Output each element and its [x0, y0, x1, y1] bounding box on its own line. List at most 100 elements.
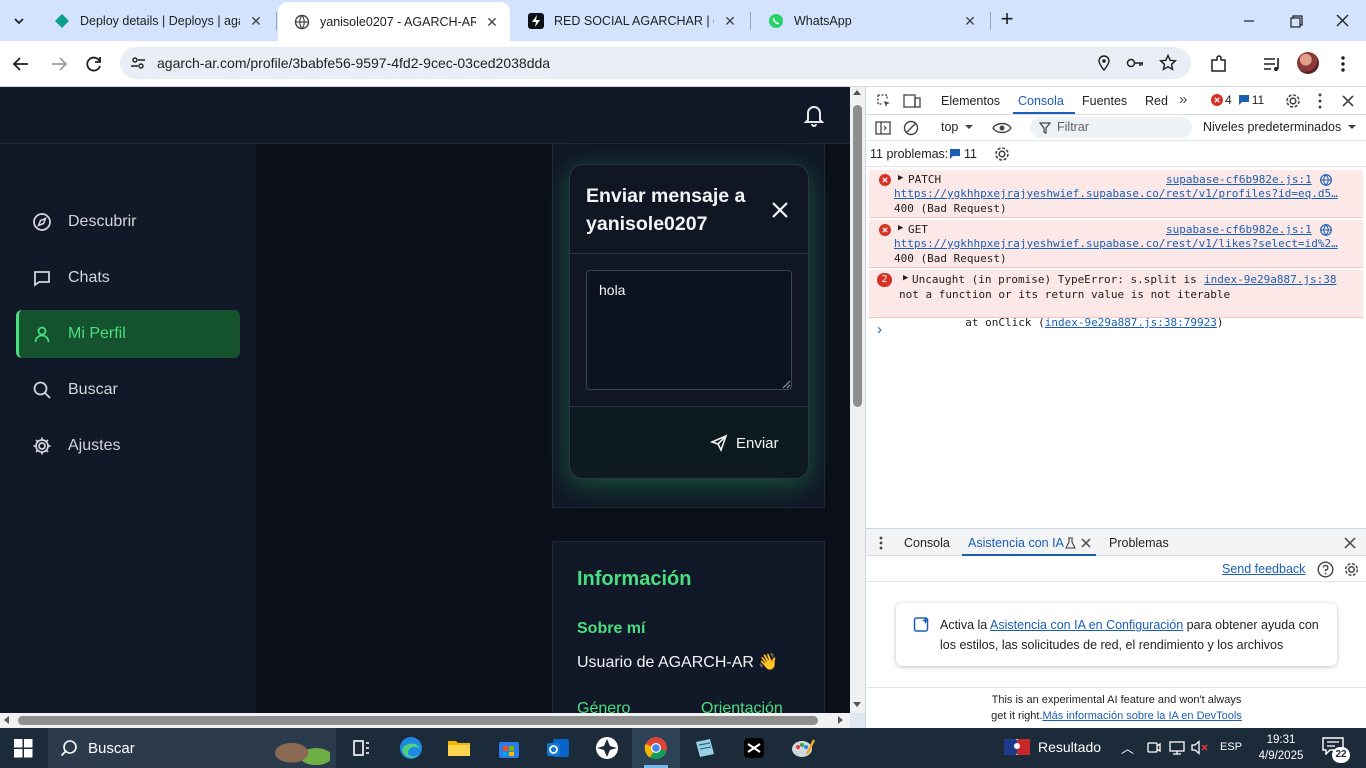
close-icon[interactable]: ✕ — [962, 13, 978, 29]
close-icon[interactable]: ✕ — [484, 14, 500, 30]
tab-consola[interactable]: Consola — [1018, 94, 1064, 108]
media-controls-icon[interactable] — [1262, 54, 1282, 74]
drawer-menu-icon[interactable] — [878, 536, 884, 550]
source-link[interactable]: supabase-cf6b982e.js:1 — [1166, 173, 1312, 186]
star-icon[interactable] — [1159, 54, 1177, 72]
tab-red-social[interactable]: RED SOCIAL AGARCHAR | ezeq ✕ — [512, 0, 748, 41]
notes-icon[interactable] — [691, 734, 719, 762]
key-icon[interactable] — [1126, 55, 1144, 71]
outlook-icon[interactable] — [544, 734, 572, 762]
file-explorer-icon[interactable] — [445, 734, 473, 762]
tab-deploy-details[interactable]: Deploy details | Deploys | agarc ✕ — [38, 0, 274, 41]
settings-gear-icon[interactable] — [1284, 92, 1302, 110]
send-button[interactable]: Enviar — [710, 431, 779, 455]
ai-settings-link[interactable]: Asistencia con IA en Configuración — [990, 618, 1183, 632]
ai-settings-icon[interactable] — [1343, 561, 1360, 578]
sidebar-item-descubrir[interactable]: Descubrir — [16, 198, 240, 246]
request-url[interactable]: https://ygkhhpxejrajyeshwief.supabase.co… — [894, 187, 1339, 200]
tab-red[interactable]: Red — [1145, 94, 1168, 108]
scroll-down-arrow[interactable] — [853, 702, 861, 707]
network-status-icon[interactable] — [1169, 740, 1185, 755]
log-levels-dropdown[interactable]: Niveles predeterminados — [1203, 120, 1358, 134]
capcut-icon[interactable] — [740, 734, 768, 762]
drawer-tab-consola[interactable]: Consola — [904, 536, 950, 550]
tab-agarch-profile[interactable]: yanisole0207 - AGARCH-AR ✕ — [278, 2, 510, 41]
close-drawer-icon[interactable] — [1344, 537, 1356, 549]
scroll-up-arrow[interactable] — [853, 90, 861, 95]
location-icon[interactable] — [1096, 55, 1112, 71]
notification-center[interactable]: 22 — [1322, 737, 1352, 763]
expand-arrow-icon[interactable]: ▶ — [898, 173, 903, 183]
bell-icon[interactable] — [803, 103, 825, 127]
close-icon[interactable]: ✕ — [722, 13, 738, 29]
request-url[interactable]: https://ygkhhpxejrajyeshwief.supabase.co… — [894, 237, 1339, 250]
url-text[interactable]: agarch-ar.com/profile/3babfe56-9597-4fd2… — [157, 55, 550, 71]
scroll-right-arrow[interactable] — [838, 716, 843, 724]
filter-input[interactable]: Filtrar — [1030, 117, 1192, 138]
clock[interactable]: 19:31 4/9/2025 — [1253, 732, 1309, 764]
address-bar[interactable]: agarch-ar.com/profile/3babfe56-9597-4fd2… — [120, 47, 1191, 79]
ai-learn-more-link[interactable]: Más información sobre la IA en DevTools — [1043, 710, 1242, 722]
chrome-icon[interactable] — [642, 734, 670, 762]
context-selector[interactable]: top — [941, 120, 975, 134]
sidebar-item-mi-perfil[interactable]: Mi Perfil — [16, 310, 240, 358]
close-icon[interactable]: ✕ — [248, 13, 264, 29]
task-view-icon[interactable] — [347, 734, 375, 762]
close-window-button[interactable] — [1333, 11, 1353, 31]
show-hidden-icons[interactable]: ︿ — [1121, 738, 1134, 757]
meet-now-icon[interactable] — [1146, 740, 1161, 755]
page-vertical-scrollbar[interactable] — [850, 87, 865, 713]
close-tab-icon[interactable] — [1081, 538, 1091, 548]
reload-button[interactable] — [83, 53, 105, 75]
microsoft-store-icon[interactable] — [495, 734, 523, 762]
volume-muted-icon[interactable] — [1191, 740, 1209, 755]
tab-search-button[interactable] — [8, 12, 30, 30]
console-prompt[interactable]: › — [877, 321, 882, 338]
device-toolbar-icon[interactable] — [903, 93, 921, 109]
inspect-element-icon[interactable] — [876, 93, 892, 109]
clear-console-icon[interactable] — [903, 120, 919, 136]
expand-arrow-icon[interactable]: ▶ — [898, 223, 903, 233]
kebab-menu-icon[interactable] — [1335, 54, 1351, 74]
scroll-thumb[interactable] — [853, 105, 862, 407]
avatar[interactable] — [1297, 52, 1319, 74]
tab-elementos[interactable]: Elementos — [941, 94, 1000, 108]
tab-fuentes[interactable]: Fuentes — [1082, 94, 1127, 108]
sidebar-item-ajustes[interactable]: Ajustes — [16, 422, 240, 470]
close-icon[interactable] — [769, 199, 791, 221]
tab-whatsapp[interactable]: WhatsApp ✕ — [752, 0, 988, 41]
drawer-tab-asistencia-ia[interactable]: Asistencia con IA — [968, 536, 1064, 550]
close-devtools-icon[interactable] — [1341, 94, 1355, 108]
language-indicator[interactable]: ESP — [1220, 741, 1242, 753]
message-textarea[interactable]: hola — [586, 270, 792, 390]
devtools-menu-icon[interactable] — [1316, 92, 1324, 110]
scroll-left-arrow[interactable] — [4, 716, 9, 724]
sidebar-item-chats[interactable]: Chats — [16, 254, 240, 302]
drawer-tab-problemas[interactable]: Problemas — [1109, 536, 1169, 550]
source-link[interactable]: index-9e29a887.js:38 — [1204, 273, 1336, 286]
network-icon[interactable] — [1320, 174, 1332, 186]
extensions-icon[interactable] — [1209, 54, 1229, 74]
problems-settings-icon[interactable] — [993, 145, 1011, 163]
sidebar-toggle-icon[interactable] — [875, 120, 891, 136]
send-feedback-link[interactable]: Send feedback — [1222, 562, 1305, 576]
stack-link[interactable]: index-9e29a887.js:38:79923 — [1045, 316, 1217, 329]
app-icon[interactable] — [593, 734, 621, 762]
expand-arrow-icon[interactable]: ▶ — [903, 273, 908, 283]
sidebar-item-buscar[interactable]: Buscar — [16, 366, 240, 414]
paint-icon[interactable] — [789, 734, 817, 762]
site-info-icon[interactable] — [130, 55, 146, 71]
more-tabs-icon[interactable]: » — [1179, 91, 1187, 108]
problems-badge[interactable]: 11 — [949, 147, 977, 161]
eye-icon[interactable] — [992, 121, 1012, 135]
source-link[interactable]: supabase-cf6b982e.js:1 — [1166, 223, 1312, 236]
taskbar-search-box[interactable]: Buscar — [48, 728, 336, 768]
page-horizontal-scrollbar[interactable] — [0, 713, 850, 728]
help-icon[interactable] — [1317, 561, 1334, 578]
resize-handle-icon[interactable] — [781, 379, 791, 389]
new-tab-button[interactable]: + — [996, 8, 1018, 32]
back-button[interactable] — [10, 53, 32, 75]
weather-widget[interactable]: Resultado — [1004, 739, 1101, 755]
network-icon[interactable] — [1320, 224, 1332, 236]
error-counter[interactable]: 4 11 — [1211, 93, 1264, 107]
